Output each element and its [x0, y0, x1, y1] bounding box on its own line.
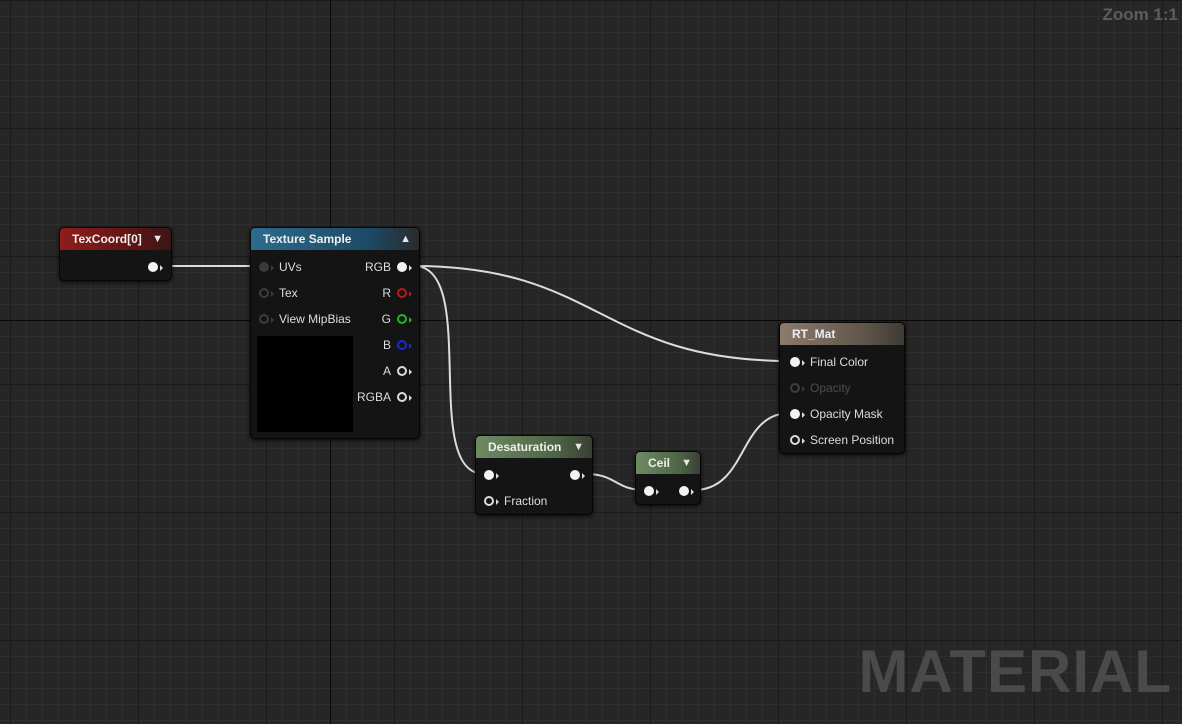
view-mipbias-input-pin[interactable]: [259, 314, 269, 324]
rt-mat-result-node[interactable]: RT_Mat Final Color Opacity Opacity Mask …: [779, 322, 905, 454]
material-graph-watermark: MATERIAL: [858, 638, 1172, 705]
desaturation-output-pin[interactable]: [570, 470, 580, 480]
collapse-arrow-icon[interactable]: ▼: [681, 452, 692, 474]
ceil-node-title: Ceil: [648, 456, 671, 470]
screen-position-input-pin[interactable]: [790, 435, 800, 445]
collapse-arrow-icon[interactable]: ▼: [573, 436, 584, 458]
pin-arrow-icon: [656, 489, 659, 495]
pin-arrow-icon: [271, 265, 274, 271]
pin-arrow-icon: [409, 343, 412, 349]
pin-arrow-icon: [409, 291, 412, 297]
texcoord-output-pin[interactable]: [148, 262, 158, 272]
pin-arrow-icon: [802, 360, 805, 366]
rgb-output-label: RGB: [364, 260, 391, 274]
texture-sample-node[interactable]: Texture Sample ▲ UVs Tex View MipBias RG…: [250, 227, 420, 439]
wire-layer: [166, 265, 791, 491]
a-output-label: A: [382, 364, 391, 378]
wire-ceil-to-opacity-mask[interactable]: [693, 412, 791, 491]
ceil-node-header[interactable]: Ceil ▼: [636, 452, 700, 474]
pin-arrow-icon: [496, 473, 499, 479]
tex-input-pin[interactable]: [259, 288, 269, 298]
uvs-input-label: UVs: [279, 260, 302, 274]
uvs-input-pin[interactable]: [259, 262, 269, 272]
pin-arrow-icon: [409, 395, 412, 401]
wire-rgb-to-final-color[interactable]: [413, 265, 791, 362]
screen-position-input-label: Screen Position: [810, 433, 895, 447]
fraction-input-pin[interactable]: [484, 496, 494, 506]
view-mipbias-input-label: View MipBias: [279, 312, 351, 326]
zoom-level-label: Zoom 1:1: [1102, 5, 1178, 24]
pin-arrow-icon: [409, 265, 412, 271]
rgba-output-pin[interactable]: [397, 392, 407, 402]
rt-mat-node-header[interactable]: RT_Mat: [780, 323, 904, 345]
texcoord-node[interactable]: TexCoord[0] ▼: [59, 227, 172, 281]
rgb-output-pin[interactable]: [397, 262, 407, 272]
texcoord-node-header[interactable]: TexCoord[0] ▼: [60, 228, 171, 250]
pin-arrow-icon: [802, 412, 805, 418]
final-color-input-label: Final Color: [810, 355, 869, 369]
pin-arrow-icon: [409, 317, 412, 323]
opacity-mask-input-pin[interactable]: [790, 409, 800, 419]
texture-sample-node-title: Texture Sample: [263, 232, 352, 246]
desaturation-node[interactable]: Desaturation ▼ Fraction: [475, 435, 593, 515]
r-output-pin[interactable]: [397, 288, 407, 298]
pin-arrow-icon: [496, 499, 499, 505]
pin-arrow-icon: [271, 317, 274, 323]
b-output-pin[interactable]: [397, 340, 407, 350]
collapse-arrow-icon[interactable]: ▼: [152, 228, 163, 250]
texcoord-node-title: TexCoord[0]: [72, 232, 142, 246]
pin-arrow-icon: [582, 473, 585, 479]
opacity-input-label: Opacity: [810, 381, 851, 395]
pin-arrow-icon: [802, 438, 805, 444]
tex-input-label: Tex: [279, 286, 298, 300]
r-output-label: R: [382, 286, 391, 300]
rt-mat-node-title: RT_Mat: [792, 327, 836, 341]
pin-arrow-icon: [160, 265, 163, 271]
pin-arrow-icon: [271, 291, 274, 297]
pin-arrow-icon: [802, 386, 805, 392]
desaturation-node-title: Desaturation: [488, 440, 562, 454]
ceil-output-pin[interactable]: [679, 486, 689, 496]
texture-sample-node-header[interactable]: Texture Sample ▲: [251, 228, 419, 250]
fraction-input-label: Fraction: [504, 494, 548, 508]
g-output-label: G: [381, 312, 391, 326]
pin-arrow-icon: [409, 369, 412, 375]
final-color-input-pin[interactable]: [790, 357, 800, 367]
desaturation-node-header[interactable]: Desaturation ▼: [476, 436, 592, 458]
b-output-label: B: [382, 338, 391, 352]
ceil-node[interactable]: Ceil ▼: [635, 451, 701, 505]
rgba-output-label: RGBA: [356, 390, 391, 404]
texture-preview-thumbnail: [257, 336, 353, 432]
a-output-pin[interactable]: [397, 366, 407, 376]
pin-arrow-icon: [691, 489, 694, 495]
opacity-mask-input-label: Opacity Mask: [810, 407, 883, 421]
opacity-input-pin[interactable]: [790, 383, 800, 393]
g-output-pin[interactable]: [397, 314, 407, 324]
collapse-arrow-icon[interactable]: ▲: [400, 228, 411, 250]
wire-rgb-to-desaturation[interactable]: [413, 265, 485, 475]
desaturation-input-pin[interactable]: [484, 470, 494, 480]
ceil-input-pin[interactable]: [644, 486, 654, 496]
